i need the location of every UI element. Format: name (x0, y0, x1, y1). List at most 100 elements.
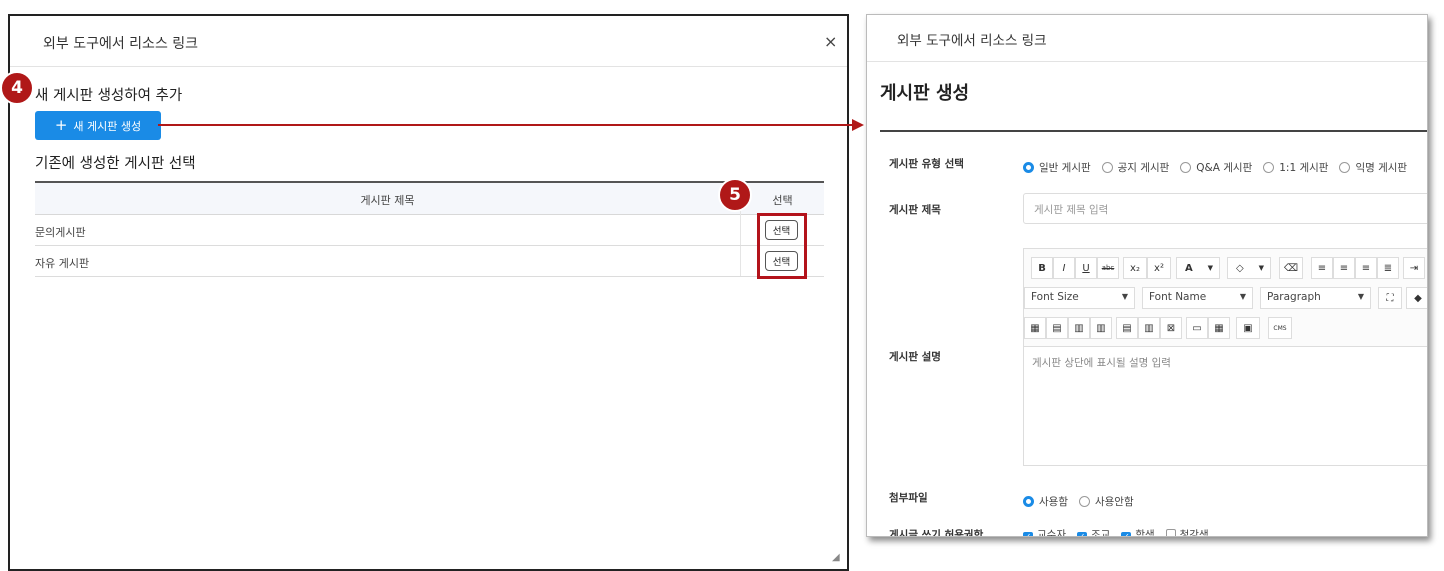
radio-notice[interactable]: 공지 게시판 (1101, 162, 1169, 174)
table-col-icon[interactable]: ▥ (1068, 317, 1090, 339)
radio-label: 사용안함 (1094, 496, 1134, 508)
checkbox-icon (1165, 529, 1176, 536)
table-insert-icon[interactable]: ▦ (1024, 317, 1046, 339)
font-color-button[interactable]: A ▼ (1176, 257, 1220, 279)
table-header: 게시판 제목 선택 (35, 183, 824, 215)
board-title-cell: 자유 게시판 (35, 257, 90, 270)
table-col-after-icon[interactable]: ▥ (1090, 317, 1112, 339)
panel-title: 외부 도구에서 리소스 링크 (897, 33, 1047, 49)
board-desc-input[interactable]: 게시판 상단에 표시될 설명 입력 (1032, 355, 1171, 370)
superscript-button[interactable]: x² (1147, 257, 1171, 279)
radio-anonymous[interactable]: 익명 게시판 (1339, 162, 1407, 174)
radio-qna[interactable]: Q&A 게시판 (1180, 162, 1252, 174)
step-marker-5: 5 (718, 178, 752, 212)
fullscreen-icon[interactable]: ⛶ (1378, 287, 1402, 309)
board-type-radios: 일반 게시판 공지 게시판 Q&A 게시판 1:1 게시판 익명 게시판 (1023, 156, 1418, 175)
radio-icon (1339, 162, 1351, 173)
resize-handle-icon[interactable]: ◢ (832, 552, 844, 564)
editor-toolbar: B I U abc x₂ x² A ▼ ◇ ▼ ⌫ ≡ ≡ ≡ ≣ ⇥ Font S… (1024, 249, 1427, 347)
underline-button[interactable]: U (1075, 257, 1097, 279)
radio-general[interactable]: 일반 게시판 (1023, 162, 1091, 174)
plus-icon: + (54, 116, 68, 134)
eraser-icon[interactable]: ⌫ (1279, 257, 1303, 279)
chevron-down-icon: ▼ (1258, 264, 1264, 272)
align-justify-icon[interactable]: ≣ (1377, 257, 1399, 279)
table-row: 자유 게시판 선택 (35, 246, 824, 277)
radio-label: 1:1 게시판 (1279, 162, 1329, 174)
radio-attach-off[interactable]: 사용안함 (1078, 496, 1134, 508)
radio-icon (1101, 162, 1113, 173)
close-icon[interactable]: × (824, 32, 837, 51)
board-desc-label: 게시판 설명 (889, 351, 941, 363)
radio-label: 익명 게시판 (1355, 162, 1408, 174)
checkbox-student[interactable]: ✓ 학생 (1121, 529, 1155, 536)
table-delete-icon[interactable]: ⊠ (1160, 317, 1182, 339)
radio-attach-on[interactable]: 사용함 (1023, 496, 1068, 508)
checkbox-auditor[interactable]: 청강생 (1165, 529, 1209, 537)
chevron-down-icon: ▼ (1239, 292, 1246, 301)
section-existing-title: 기존에 생성한 게시판 선택 (35, 156, 196, 172)
cms-icon[interactable]: CMS (1268, 317, 1292, 339)
board-title-cell: 문의게시판 (35, 226, 86, 239)
radio-one-to-one[interactable]: 1:1 게시판 (1263, 162, 1328, 174)
strike-button[interactable]: abc (1097, 257, 1119, 279)
attach-label: 첨부파일 (889, 492, 928, 504)
italic-button[interactable]: I (1053, 257, 1075, 279)
align-center-icon[interactable]: ≡ (1333, 257, 1355, 279)
link-resource-modal: 외부 도구에서 리소스 링크 × 새 게시판 생성하여 추가 + 새 게시판 생… (8, 14, 849, 571)
align-right-icon[interactable]: ≡ (1355, 257, 1377, 279)
table-row: 문의게시판 선택 (35, 215, 824, 246)
chevron-down-icon: ▼ (1357, 292, 1364, 301)
font-size-value: Font Size (1031, 291, 1079, 303)
table-merge-icon[interactable]: ▭ (1186, 317, 1208, 339)
checkbox-label: 교수자 (1037, 529, 1066, 537)
radio-label: Q&A 게시판 (1196, 162, 1253, 174)
checkbox-ta[interactable]: ✓ 조교 (1076, 529, 1111, 537)
radio-label: 사용함 (1039, 496, 1068, 508)
section-new-board-title: 새 게시판 생성하여 추가 (35, 88, 183, 104)
board-title-input[interactable]: 게시판 제목 입력 (1023, 193, 1427, 224)
write-perm-label: 게시글 쓰기 허용권한 (889, 529, 984, 537)
radio-label: 일반 게시판 (1039, 162, 1091, 174)
paragraph-select[interactable]: Paragraph ▼ (1260, 287, 1371, 309)
checkbox-icon: ✓ (1076, 532, 1087, 536)
highlight-box (757, 213, 807, 279)
indent-icon[interactable]: ⇥ (1403, 257, 1425, 279)
header-select: 선택 (740, 183, 824, 215)
create-board-button[interactable]: + 새 게시판 생성 (35, 111, 161, 140)
table-col-delete-icon[interactable]: ▥ (1138, 317, 1160, 339)
checkbox-icon: ✓ (1121, 532, 1132, 536)
font-color-icon: A (1185, 262, 1193, 274)
radio-icon (1180, 162, 1192, 173)
paragraph-value: Paragraph (1267, 291, 1321, 303)
checkbox-label: 조교 (1090, 529, 1111, 537)
board-table: 게시판 제목 선택 문의게시판 선택 자유 게시판 선택 (35, 181, 824, 277)
font-name-select[interactable]: Font Name ▼ (1142, 287, 1253, 309)
arrow-connector (158, 124, 854, 126)
rich-text-editor: B I U abc x₂ x² A ▼ ◇ ▼ ⌫ ≡ ≡ ≡ ≣ ⇥ Font S… (1023, 248, 1427, 466)
checkbox-label: 청강생 (1179, 529, 1209, 537)
font-size-select[interactable]: Font Size ▼ (1024, 287, 1135, 309)
align-left-icon[interactable]: ≡ (1311, 257, 1333, 279)
table-split-icon[interactable]: ▦ (1208, 317, 1230, 339)
font-name-value: Font Name (1149, 291, 1207, 303)
source-icon[interactable]: ◆ (1406, 287, 1427, 309)
write-perm-checkboxes: ✓ 교수자 ✓ 조교 ✓ 학생 청강생 (1023, 527, 1220, 537)
divider (867, 61, 1427, 62)
modal-title: 외부 도구에서 리소스 링크 (43, 36, 199, 52)
chevron-down-icon: ▼ (1207, 264, 1213, 272)
divider (880, 130, 1427, 132)
fill-color-button[interactable]: ◇ ▼ (1227, 257, 1271, 279)
radio-icon (1263, 162, 1275, 173)
board-type-label: 게시판 유형 선택 (889, 158, 964, 170)
table-row-icon[interactable]: ▤ (1046, 317, 1068, 339)
header-board-title: 게시판 제목 (360, 194, 415, 207)
table-row-delete-icon[interactable]: ▤ (1116, 317, 1138, 339)
image-icon[interactable]: ▣ (1236, 317, 1260, 339)
arrow-head-icon (852, 119, 864, 131)
checkbox-professor[interactable]: ✓ 교수자 (1023, 529, 1066, 537)
subscript-button[interactable]: x₂ (1123, 257, 1147, 279)
attach-radios: 사용함 사용안함 (1023, 490, 1145, 509)
create-board-label: 새 게시판 생성 (73, 119, 142, 133)
bold-button[interactable]: B (1031, 257, 1053, 279)
